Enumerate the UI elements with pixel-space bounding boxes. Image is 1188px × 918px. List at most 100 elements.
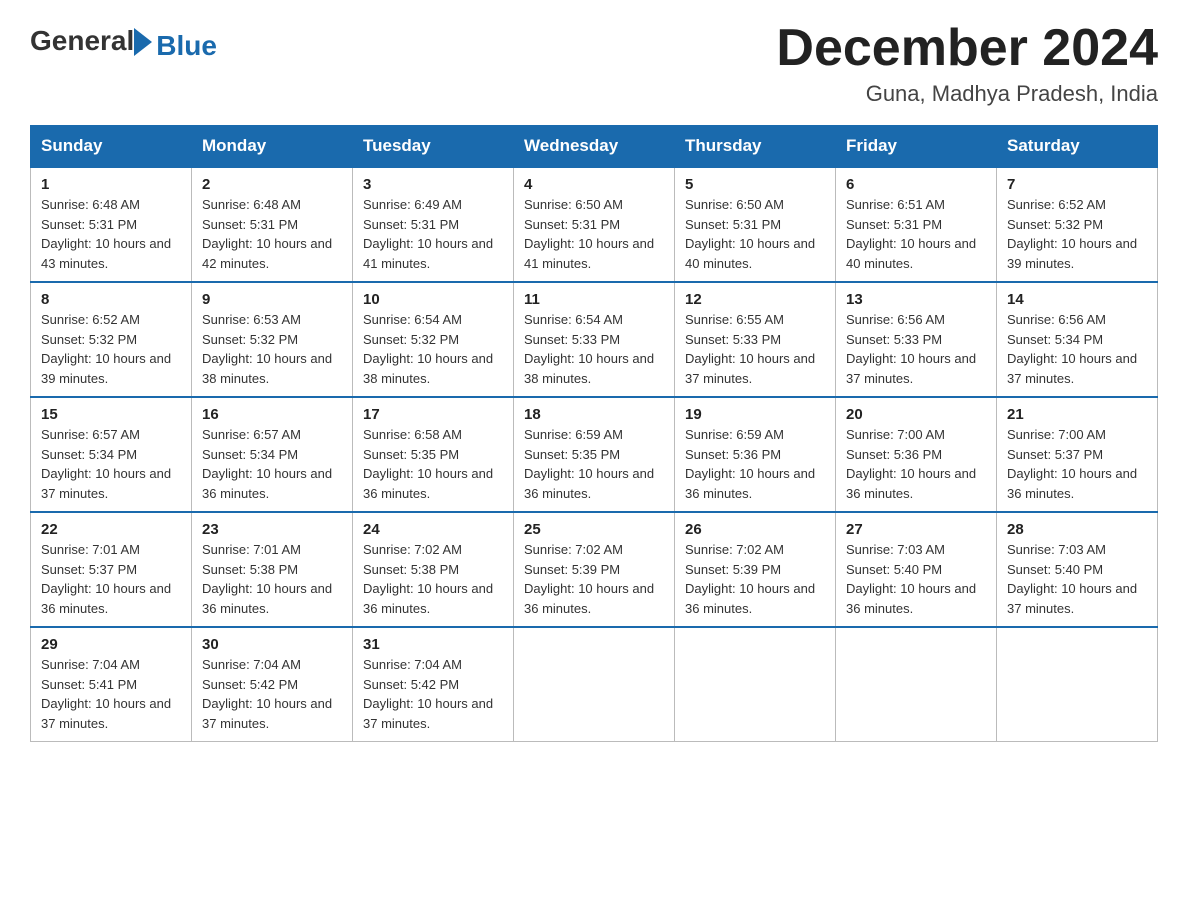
day-info: Sunrise: 7:02 AMSunset: 5:39 PMDaylight:… [524,542,654,616]
day-info: Sunrise: 7:01 AMSunset: 5:38 PMDaylight:… [202,542,332,616]
calendar-cell: 18Sunrise: 6:59 AMSunset: 5:35 PMDayligh… [514,397,675,512]
calendar-cell: 12Sunrise: 6:55 AMSunset: 5:33 PMDayligh… [675,282,836,397]
day-info: Sunrise: 6:52 AMSunset: 5:32 PMDaylight:… [41,312,171,386]
day-info: Sunrise: 7:03 AMSunset: 5:40 PMDaylight:… [846,542,976,616]
calendar-cell: 28Sunrise: 7:03 AMSunset: 5:40 PMDayligh… [997,512,1158,627]
calendar-cell: 27 Sunrise: 7:03 AMSunset: 5:40 PMDayligh… [836,512,997,627]
calendar-cell: 6Sunrise: 6:51 AMSunset: 5:31 PMDaylight… [836,167,997,282]
day-info: Sunrise: 6:50 AMSunset: 5:31 PMDaylight:… [685,197,815,271]
calendar-cell: 24Sunrise: 7:02 AMSunset: 5:38 PMDayligh… [353,512,514,627]
calendar-cell [997,627,1158,742]
calendar-cell: 3 Sunrise: 6:49 AMSunset: 5:31 PMDaylight… [353,167,514,282]
calendar-cell: 7Sunrise: 6:52 AMSunset: 5:32 PMDaylight… [997,167,1158,282]
day-number: 11 [524,291,664,308]
calendar-cell: 17Sunrise: 6:58 AMSunset: 5:35 PMDayligh… [353,397,514,512]
calendar-cell: 14Sunrise: 6:56 AMSunset: 5:34 PMDayligh… [997,282,1158,397]
weekday-header-wednesday: Wednesday [514,126,675,168]
day-number: 25 [524,521,664,538]
day-info: Sunrise: 7:04 AMSunset: 5:42 PMDaylight:… [202,657,332,731]
calendar-cell: 21 Sunrise: 7:00 AMSunset: 5:37 PMDayligh… [997,397,1158,512]
calendar-cell: 8 Sunrise: 6:52 AMSunset: 5:32 PMDaylight… [31,282,192,397]
logo-general-text: General [30,25,134,57]
day-number: 1 [41,176,181,193]
day-info: Sunrise: 7:02 AMSunset: 5:38 PMDaylight:… [363,542,493,616]
calendar-cell: 1 Sunrise: 6:48 AMSunset: 5:31 PMDaylight… [31,167,192,282]
logo-arrow-icon [134,28,152,56]
calendar-cell: 20 Sunrise: 7:00 AMSunset: 5:36 PMDayligh… [836,397,997,512]
location-title: Guna, Madhya Pradesh, India [776,81,1158,107]
day-info: Sunrise: 6:57 AMSunset: 5:34 PMDaylight:… [41,427,171,501]
calendar-week-row: 8 Sunrise: 6:52 AMSunset: 5:32 PMDaylight… [31,282,1158,397]
day-number: 22 [41,521,181,538]
day-number: 2 [202,176,342,193]
day-info: Sunrise: 6:59 AMSunset: 5:35 PMDaylight:… [524,427,654,501]
weekday-header-thursday: Thursday [675,126,836,168]
calendar-cell: 31Sunrise: 7:04 AMSunset: 5:42 PMDayligh… [353,627,514,742]
day-info: Sunrise: 6:52 AMSunset: 5:32 PMDaylight:… [1007,197,1137,271]
calendar-cell: 13 Sunrise: 6:56 AMSunset: 5:33 PMDayligh… [836,282,997,397]
weekday-header-friday: Friday [836,126,997,168]
day-info: Sunrise: 6:49 AMSunset: 5:31 PMDaylight:… [363,197,493,271]
day-info: Sunrise: 6:51 AMSunset: 5:31 PMDaylight:… [846,197,976,271]
title-block: December 2024 Guna, Madhya Pradesh, Indi… [776,20,1158,107]
weekday-header-tuesday: Tuesday [353,126,514,168]
day-info: Sunrise: 7:00 AMSunset: 5:37 PMDaylight:… [1007,427,1137,501]
day-number: 20 [846,406,986,423]
calendar-cell: 25 Sunrise: 7:02 AMSunset: 5:39 PMDayligh… [514,512,675,627]
logo: General Blue [30,20,217,62]
page-header: General Blue December 2024 Guna, Madhya … [30,20,1158,107]
calendar-cell: 16 Sunrise: 6:57 AMSunset: 5:34 PMDayligh… [192,397,353,512]
day-number: 5 [685,176,825,193]
day-number: 14 [1007,291,1147,308]
calendar-cell: 5 Sunrise: 6:50 AMSunset: 5:31 PMDaylight… [675,167,836,282]
calendar-table: SundayMondayTuesdayWednesdayThursdayFrid… [30,125,1158,742]
calendar-cell: 30Sunrise: 7:04 AMSunset: 5:42 PMDayligh… [192,627,353,742]
weekday-header-sunday: Sunday [31,126,192,168]
day-info: Sunrise: 6:54 AMSunset: 5:33 PMDaylight:… [524,312,654,386]
calendar-cell: 23 Sunrise: 7:01 AMSunset: 5:38 PMDayligh… [192,512,353,627]
day-number: 10 [363,291,503,308]
day-info: Sunrise: 7:04 AMSunset: 5:42 PMDaylight:… [363,657,493,731]
day-info: Sunrise: 6:48 AMSunset: 5:31 PMDaylight:… [41,197,171,271]
weekday-header-monday: Monday [192,126,353,168]
calendar-week-row: 22 Sunrise: 7:01 AMSunset: 5:37 PMDayligh… [31,512,1158,627]
calendar-cell: 15 Sunrise: 6:57 AMSunset: 5:34 PMDayligh… [31,397,192,512]
calendar-cell: 9 Sunrise: 6:53 AMSunset: 5:32 PMDaylight… [192,282,353,397]
day-number: 23 [202,521,342,538]
day-number: 8 [41,291,181,308]
day-info: Sunrise: 7:01 AMSunset: 5:37 PMDaylight:… [41,542,171,616]
calendar-cell: 11 Sunrise: 6:54 AMSunset: 5:33 PMDayligh… [514,282,675,397]
day-number: 15 [41,406,181,423]
day-number: 9 [202,291,342,308]
day-number: 21 [1007,406,1147,423]
calendar-cell: 26Sunrise: 7:02 AMSunset: 5:39 PMDayligh… [675,512,836,627]
logo-blue-text: Blue [156,30,217,62]
day-number: 16 [202,406,342,423]
day-info: Sunrise: 6:57 AMSunset: 5:34 PMDaylight:… [202,427,332,501]
calendar-cell: 29 Sunrise: 7:04 AMSunset: 5:41 PMDayligh… [31,627,192,742]
calendar-cell [836,627,997,742]
calendar-cell: 22 Sunrise: 7:01 AMSunset: 5:37 PMDayligh… [31,512,192,627]
day-number: 17 [363,406,503,423]
day-number: 27 [846,521,986,538]
day-number: 3 [363,176,503,193]
calendar-week-row: 15 Sunrise: 6:57 AMSunset: 5:34 PMDayligh… [31,397,1158,512]
day-info: Sunrise: 6:56 AMSunset: 5:33 PMDaylight:… [846,312,976,386]
calendar-cell: 10Sunrise: 6:54 AMSunset: 5:32 PMDayligh… [353,282,514,397]
calendar-cell: 19Sunrise: 6:59 AMSunset: 5:36 PMDayligh… [675,397,836,512]
calendar-cell: 2 Sunrise: 6:48 AMSunset: 5:31 PMDaylight… [192,167,353,282]
day-info: Sunrise: 6:48 AMSunset: 5:31 PMDaylight:… [202,197,332,271]
day-info: Sunrise: 6:53 AMSunset: 5:32 PMDaylight:… [202,312,332,386]
day-info: Sunrise: 6:50 AMSunset: 5:31 PMDaylight:… [524,197,654,271]
day-number: 29 [41,636,181,653]
day-number: 12 [685,291,825,308]
calendar-cell: 4Sunrise: 6:50 AMSunset: 5:31 PMDaylight… [514,167,675,282]
day-info: Sunrise: 7:00 AMSunset: 5:36 PMDaylight:… [846,427,976,501]
day-number: 13 [846,291,986,308]
day-number: 19 [685,406,825,423]
month-title: December 2024 [776,20,1158,77]
day-info: Sunrise: 7:03 AMSunset: 5:40 PMDaylight:… [1007,542,1137,616]
calendar-cell [675,627,836,742]
day-info: Sunrise: 7:02 AMSunset: 5:39 PMDaylight:… [685,542,815,616]
day-info: Sunrise: 7:04 AMSunset: 5:41 PMDaylight:… [41,657,171,731]
